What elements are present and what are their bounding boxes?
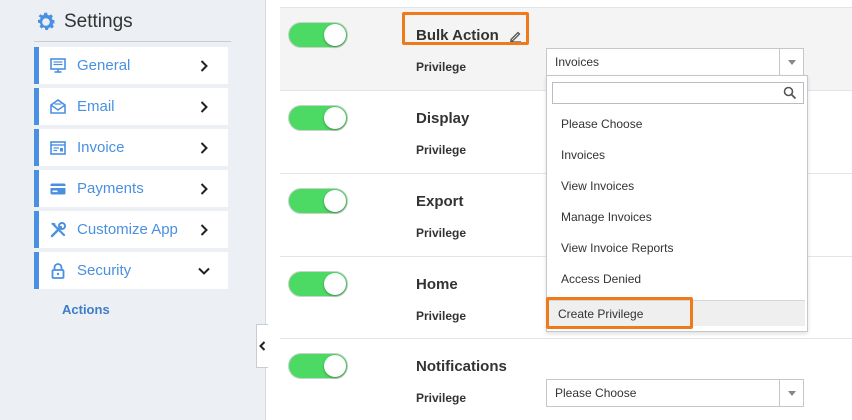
dropdown-search-input[interactable]: [552, 82, 804, 104]
lock-icon: [49, 262, 67, 280]
dropdown-option[interactable]: Please Choose: [547, 109, 807, 140]
tools-icon: [49, 221, 67, 239]
privilege-label: Privilege: [416, 309, 467, 323]
dropdown-option[interactable]: View Invoices: [547, 171, 807, 202]
dropdown-option[interactable]: Access Denied: [547, 264, 807, 295]
chevron-right-icon: [194, 56, 214, 76]
sidebar-item-label: General: [77, 57, 131, 74]
sidebar-item-payments[interactable]: Payments: [34, 170, 228, 207]
privilege-select-value: Invoices: [555, 55, 600, 69]
module-title-text: Bulk Action: [416, 27, 499, 44]
sidebar-item-security[interactable]: Security: [34, 252, 228, 289]
module-title: Notifications: [416, 358, 507, 375]
privilege-select[interactable]: Please Choose: [546, 379, 804, 407]
gear-icon: [38, 12, 56, 31]
module-title: Bulk Action: [416, 27, 522, 44]
toggle-knob: [324, 24, 346, 46]
privilege-select-value: Please Choose: [555, 386, 637, 400]
dropdown-options-list: Please Choose Invoices View Invoices Man…: [547, 109, 807, 295]
settings-header: Settings: [34, 10, 133, 34]
privilege-dropdown-menu: Please Choose Invoices View Invoices Man…: [546, 75, 808, 332]
chevron-down-icon: [194, 261, 214, 281]
sidebar-item-label: Security: [77, 262, 132, 279]
sidebar-item-label: Email: [77, 98, 115, 115]
header-divider: [34, 41, 231, 42]
monitor-icon: [49, 57, 67, 75]
chevron-right-icon: [194, 138, 214, 158]
dropdown-option[interactable]: Manage Invoices: [547, 202, 807, 233]
search-icon: [783, 86, 797, 100]
privilege-label: Privilege: [416, 226, 467, 240]
dropdown-caret-icon: [779, 49, 803, 75]
module-toggle[interactable]: [288, 271, 348, 297]
credit-card-icon: [49, 180, 67, 198]
sidebar-item-email[interactable]: Email: [34, 88, 228, 125]
toggle-knob: [324, 355, 346, 377]
privilege-label: Privilege: [416, 143, 467, 157]
settings-sidebar: Settings General Email Invoice Payments …: [0, 0, 266, 420]
module-toggle[interactable]: [288, 353, 348, 379]
pencil-icon[interactable]: [509, 30, 522, 43]
settings-nav: General Email Invoice Payments Customize…: [34, 47, 228, 293]
chevron-right-icon: [194, 220, 214, 240]
create-privilege-option[interactable]: Create Privilege: [548, 300, 805, 326]
settings-title: Settings: [64, 11, 133, 32]
module-title: Display: [416, 110, 470, 127]
privilege-label: Privilege: [416, 60, 467, 74]
chevron-right-icon: [194, 179, 214, 199]
module-toggle[interactable]: [288, 105, 348, 131]
envelope-open-icon: [49, 98, 67, 116]
sidebar-item-customize-app[interactable]: Customize App: [34, 211, 228, 248]
chevron-left-icon: [259, 341, 266, 351]
module-toggle[interactable]: [288, 188, 348, 214]
sidebar-item-invoice[interactable]: Invoice: [34, 129, 228, 166]
dropdown-option[interactable]: View Invoice Reports: [547, 233, 807, 264]
module-title: Home: [416, 276, 458, 293]
sidebar-collapse-button[interactable]: [256, 324, 268, 368]
invoice-icon: [49, 139, 67, 157]
sidebar-item-general[interactable]: General: [34, 47, 228, 84]
privilege-label: Privilege: [416, 391, 467, 405]
dropdown-caret-icon: [779, 380, 803, 406]
sidebar-item-label: Payments: [77, 180, 144, 197]
module-row-notifications: Notifications Privilege Please Choose: [280, 338, 852, 420]
privilege-select[interactable]: Invoices: [546, 48, 804, 76]
toggle-knob: [324, 273, 346, 295]
sidebar-subitem-actions[interactable]: Actions: [62, 302, 110, 317]
module-title: Export: [416, 193, 464, 210]
dropdown-option[interactable]: Invoices: [547, 140, 807, 171]
sidebar-item-label: Invoice: [77, 139, 125, 156]
toggle-knob: [324, 190, 346, 212]
chevron-right-icon: [194, 97, 214, 117]
module-toggle[interactable]: [288, 22, 348, 48]
sidebar-item-label: Customize App: [77, 221, 178, 238]
toggle-knob: [324, 107, 346, 129]
